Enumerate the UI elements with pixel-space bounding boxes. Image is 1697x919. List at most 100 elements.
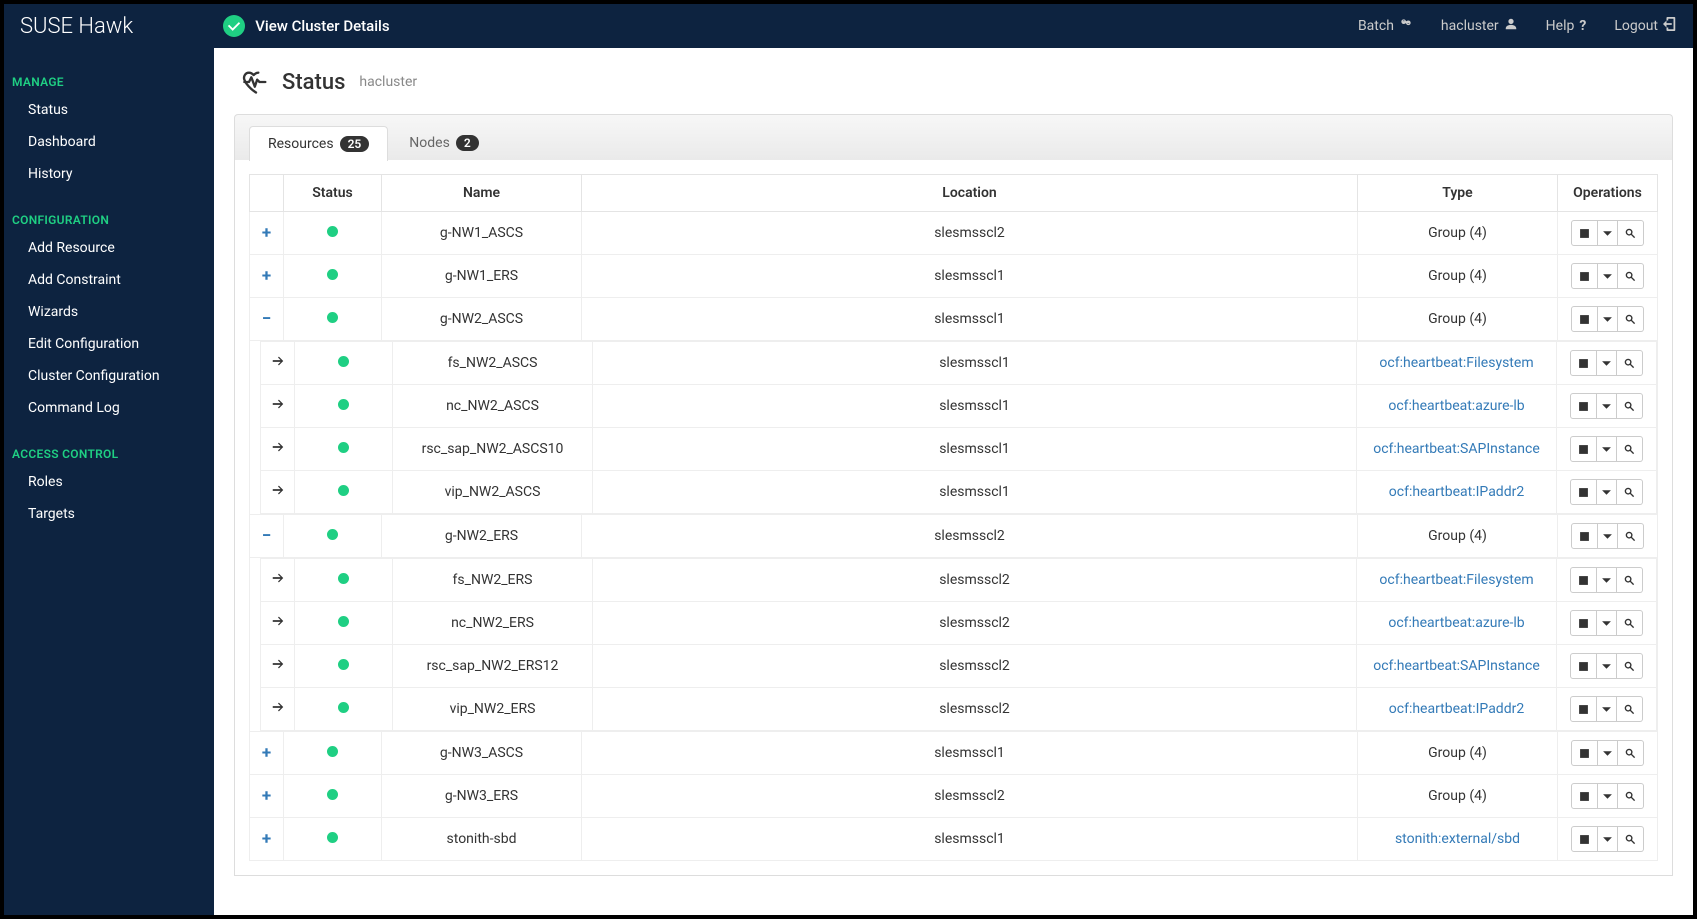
cluster-status-link[interactable]: View Cluster Details <box>223 15 389 37</box>
dropdown-button[interactable] <box>1598 306 1618 332</box>
location-cell: slesmsscl2 <box>593 602 1357 645</box>
dropdown-button[interactable] <box>1597 350 1617 376</box>
nav-item-add-constraint[interactable]: Add Constraint <box>4 264 214 296</box>
stop-button[interactable] <box>1571 740 1598 766</box>
type-link[interactable]: ocf:heartbeat:Filesystem <box>1379 572 1533 588</box>
stop-button[interactable] <box>1571 306 1598 332</box>
nav-item-roles[interactable]: Roles <box>4 466 214 498</box>
arrow-right-icon <box>271 442 285 458</box>
col-type[interactable]: Type <box>1358 175 1558 212</box>
location-cell: slesmsscl1 <box>593 385 1357 428</box>
user-link[interactable]: hacluster <box>1441 17 1518 35</box>
col-location[interactable]: Location <box>582 175 1358 212</box>
stop-button[interactable] <box>1570 653 1597 679</box>
type-link[interactable]: ocf:heartbeat:azure-lb <box>1388 398 1524 414</box>
details-button[interactable] <box>1617 653 1643 679</box>
dropdown-button[interactable] <box>1598 783 1618 809</box>
details-button[interactable] <box>1617 350 1643 376</box>
stop-button[interactable] <box>1570 436 1597 462</box>
tab-resources[interactable]: Resources25 <box>249 126 388 161</box>
status-dot <box>338 573 349 584</box>
name-cell: stonith-sbd <box>382 818 582 861</box>
type-link[interactable]: ocf:heartbeat:Filesystem <box>1379 355 1533 371</box>
stop-button[interactable] <box>1571 263 1598 289</box>
stop-button[interactable] <box>1570 479 1597 505</box>
logout-link[interactable]: Logout <box>1614 17 1677 35</box>
dropdown-button[interactable] <box>1597 393 1617 419</box>
expand-icon[interactable]: + <box>262 266 271 286</box>
dropdown-button[interactable] <box>1597 567 1617 593</box>
child-container: fs_NW2_ERSslesmsscl2ocf:heartbeat:Filesy… <box>250 558 1658 732</box>
status-dot <box>327 746 338 757</box>
dropdown-button[interactable] <box>1598 263 1618 289</box>
table-row: nc_NW2_ERSslesmsscl2ocf:heartbeat:azure-… <box>261 602 1657 645</box>
type-text: Group (4) <box>1428 225 1487 241</box>
details-button[interactable] <box>1618 783 1644 809</box>
name-cell: vip_NW2_ERS <box>393 688 593 731</box>
expand-icon[interactable]: + <box>262 786 271 806</box>
expand-icon[interactable]: + <box>262 223 271 243</box>
nav-item-cluster-configuration[interactable]: Cluster Configuration <box>4 360 214 392</box>
nav-item-targets[interactable]: Targets <box>4 498 214 530</box>
stop-button[interactable] <box>1571 826 1598 852</box>
stop-button[interactable] <box>1570 567 1597 593</box>
details-button[interactable] <box>1617 567 1643 593</box>
col-operations[interactable]: Operations <box>1558 175 1658 212</box>
details-button[interactable] <box>1618 523 1644 549</box>
details-button[interactable] <box>1618 306 1644 332</box>
details-button[interactable] <box>1617 393 1643 419</box>
col-status[interactable]: Status <box>284 175 382 212</box>
table-row: fs_NW2_ERSslesmsscl2ocf:heartbeat:Filesy… <box>261 559 1657 602</box>
dropdown-button[interactable] <box>1597 610 1617 636</box>
nav-item-status[interactable]: Status <box>4 94 214 126</box>
details-button[interactable] <box>1617 610 1643 636</box>
stop-button[interactable] <box>1570 350 1597 376</box>
type-link[interactable]: ocf:heartbeat:SAPInstance <box>1373 658 1540 674</box>
expand-icon[interactable]: + <box>262 743 271 763</box>
stop-button[interactable] <box>1571 783 1598 809</box>
stop-button[interactable] <box>1570 610 1597 636</box>
collapse-icon[interactable]: − <box>262 526 271 546</box>
nav-item-command-log[interactable]: Command Log <box>4 392 214 424</box>
help-link[interactable]: Help ? <box>1546 17 1587 35</box>
type-link[interactable]: stonith:external/sbd <box>1395 831 1520 847</box>
content: Status hacluster Resources25Nodes2 Statu… <box>214 48 1693 915</box>
dropdown-button[interactable] <box>1598 220 1618 246</box>
details-button[interactable] <box>1618 826 1644 852</box>
type-link[interactable]: ocf:heartbeat:IPaddr2 <box>1389 484 1524 500</box>
nav-item-add-resource[interactable]: Add Resource <box>4 232 214 264</box>
dropdown-button[interactable] <box>1597 653 1617 679</box>
dropdown-button[interactable] <box>1598 523 1618 549</box>
tab-nodes[interactable]: Nodes2 <box>390 125 497 160</box>
stop-button[interactable] <box>1570 393 1597 419</box>
details-button[interactable] <box>1617 479 1643 505</box>
table-row: vip_NW2_ASCSslesmsscl1ocf:heartbeat:IPad… <box>261 471 1657 514</box>
nav-item-edit-configuration[interactable]: Edit Configuration <box>4 328 214 360</box>
dropdown-button[interactable] <box>1598 740 1618 766</box>
details-button[interactable] <box>1617 696 1643 722</box>
dropdown-button[interactable] <box>1597 479 1617 505</box>
details-button[interactable] <box>1618 263 1644 289</box>
dropdown-button[interactable] <box>1597 436 1617 462</box>
expand-icon[interactable]: + <box>262 829 271 849</box>
stop-button[interactable] <box>1571 220 1598 246</box>
type-link[interactable]: ocf:heartbeat:SAPInstance <box>1373 441 1540 457</box>
stop-button[interactable] <box>1571 523 1598 549</box>
dropdown-button[interactable] <box>1597 696 1617 722</box>
type-text: Group (4) <box>1428 528 1487 544</box>
batch-link[interactable]: Batch <box>1358 17 1413 35</box>
nav-item-history[interactable]: History <box>4 158 214 190</box>
arrow-right-icon <box>271 399 285 415</box>
nav-item-wizards[interactable]: Wizards <box>4 296 214 328</box>
details-button[interactable] <box>1618 740 1644 766</box>
col-name[interactable]: Name <box>382 175 582 212</box>
dropdown-button[interactable] <box>1598 826 1618 852</box>
details-button[interactable] <box>1617 436 1643 462</box>
type-link[interactable]: ocf:heartbeat:IPaddr2 <box>1389 701 1524 717</box>
details-button[interactable] <box>1618 220 1644 246</box>
nav-item-dashboard[interactable]: Dashboard <box>4 126 214 158</box>
location-cell: slesmsscl1 <box>582 255 1358 298</box>
collapse-icon[interactable]: − <box>262 309 271 329</box>
type-link[interactable]: ocf:heartbeat:azure-lb <box>1388 615 1524 631</box>
stop-button[interactable] <box>1570 696 1597 722</box>
